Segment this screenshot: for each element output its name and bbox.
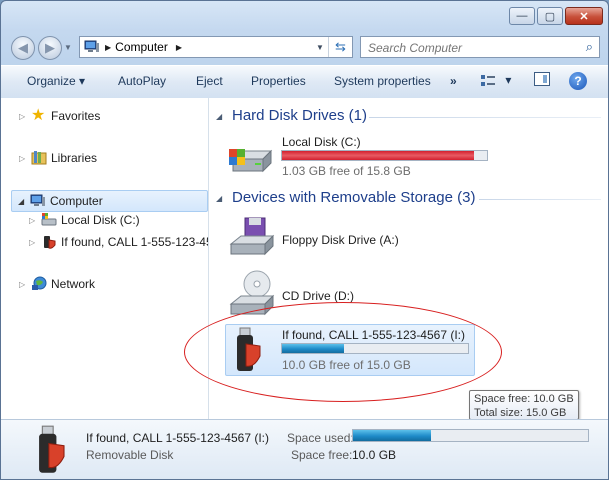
drive-tooltip: Space free: 10.0 GB Total size: 15.0 GB (469, 390, 579, 420)
cd-drive-icon (229, 270, 275, 316)
chevron-down-icon: ▾ (505, 73, 512, 87)
expand-arrow-icon[interactable]: ▷ (19, 154, 31, 163)
nav-item-label: Libraries (51, 151, 98, 165)
address-bar[interactable]: ▶ Computer ▶ (79, 36, 353, 58)
drive-name: CD Drive (D:) (282, 289, 354, 303)
nav-item-libraries[interactable]: ▷ Libraries (19, 150, 97, 166)
autoplay-button[interactable]: AutoPlay (118, 74, 166, 88)
nav-item-label: Favorites (51, 109, 101, 123)
nav-item-computer[interactable]: ◢ Computer (11, 190, 208, 212)
back-button[interactable]: ◀ (11, 36, 35, 60)
details-pane: If found, CALL 1-555-123-4567 (I:) Remov… (1, 419, 608, 479)
organize-button[interactable]: Organize ▾ (27, 74, 85, 88)
nav-item-usb-drive[interactable]: ▷ If found, CALL 1-555-123-4567 (I:) (29, 234, 208, 250)
nav-item-favorites[interactable]: ▷ ★ Favorites (19, 108, 100, 124)
search-box[interactable]: ⌕ (360, 36, 600, 58)
navigation-pane: ▷ ★ Favorites ▷ Libraries ◢ Computer ▷ L… (1, 98, 209, 419)
nav-item-network[interactable]: ▷ Network (19, 276, 95, 292)
expand-arrow-icon[interactable]: ▷ (19, 112, 31, 121)
drive-name: Local Disk (C:) (282, 135, 361, 149)
usb-drive-icon (44, 236, 56, 249)
drive-usage-fill (282, 151, 474, 160)
expand-arrow-icon[interactable]: ▷ (29, 238, 41, 247)
details-drive-type: Removable Disk (86, 448, 174, 462)
drive-name: If found, CALL 1-555-123-4567 (I:) (282, 328, 465, 342)
recent-pages-dropdown[interactable]: ▼ (64, 43, 72, 52)
drive-tile-floppy[interactable]: Floppy Disk Drive (A:) (227, 216, 427, 260)
help-icon[interactable]: ? (569, 72, 587, 90)
group-header-hard-disks[interactable]: Hard Disk Drives (1) (232, 107, 367, 124)
usb-drive-icon (237, 327, 261, 371)
back-arrow-icon: ◀ (18, 40, 28, 55)
forward-button[interactable]: ▶ (38, 36, 62, 60)
details-space-free-value: 10.0 GB (352, 448, 397, 462)
change-view-button[interactable]: ▾ (480, 73, 511, 88)
nav-item-label: Computer (50, 194, 103, 208)
drive-free-space: 10.0 GB free of 15.0 GB (282, 358, 411, 372)
group-collapse-icon[interactable]: ◢ (216, 112, 222, 121)
properties-button[interactable]: Properties (251, 74, 306, 88)
views-icon (481, 74, 495, 86)
drive-tile-cd[interactable]: CD Drive (D:) (227, 270, 427, 320)
drive-usage-bar (281, 150, 488, 161)
nav-item-label: If found, CALL 1-555-123-4567 (I:) (61, 235, 208, 249)
drive-name: Floppy Disk Drive (A:) (282, 233, 399, 247)
nav-item-local-disk[interactable]: ▷ Local Disk (C:) (29, 212, 140, 228)
search-icon[interactable]: ⌕ (586, 39, 593, 55)
expand-arrow-icon[interactable]: ▷ (19, 280, 31, 289)
eject-button[interactable]: Eject (196, 74, 223, 88)
nav-item-label: Network (51, 277, 96, 291)
group-divider (369, 117, 601, 118)
star-icon: ★ (31, 107, 46, 124)
command-bar: Organize ▾ AutoPlay Eject Properties Sys… (1, 65, 608, 99)
expand-arrow-icon[interactable]: ▷ (29, 216, 41, 225)
more-commands-button[interactable]: » (450, 74, 457, 88)
system-properties-button[interactable]: System properties (334, 74, 431, 88)
details-drive-name: If found, CALL 1-555-123-4567 (I:) (86, 431, 269, 445)
group-header-removable[interactable]: Devices with Removable Storage (3) (232, 189, 475, 206)
drive-usage-fill (282, 344, 344, 353)
address-history-dropdown[interactable]: ▼ (313, 37, 327, 57)
breadcrumb-computer[interactable]: Computer (115, 40, 168, 54)
forward-arrow-icon: ▶ (45, 40, 55, 55)
group-divider (479, 199, 601, 200)
collapse-arrow-icon[interactable]: ◢ (18, 197, 30, 206)
close-button[interactable]: ✕ (565, 7, 603, 25)
search-input[interactable] (366, 38, 570, 58)
details-usage-bar (352, 429, 589, 442)
preview-pane-icon[interactable] (534, 72, 550, 86)
breadcrumb-separator-icon: ▶ (105, 42, 112, 52)
nav-item-label: Local Disk (C:) (61, 213, 140, 227)
group-collapse-icon[interactable]: ◢ (216, 194, 222, 203)
minimize-button[interactable]: — (509, 7, 535, 25)
drive-free-space: 1.03 GB free of 15.8 GB (282, 164, 411, 178)
content-pane: ◢ Hard Disk Drives (1) Local Disk (C:) 1… (209, 98, 608, 419)
drive-tile-local-disk[interactable]: Local Disk (C:) 1.03 GB free of 15.8 GB (227, 133, 497, 179)
refresh-icon[interactable]: ⇆ (328, 37, 352, 57)
drive-usage-bar (281, 343, 469, 354)
tooltip-space-free: Space free: 10.0 GB (474, 393, 574, 405)
details-usage-fill (353, 430, 432, 441)
computer-icon (84, 40, 99, 52)
local-disk-icon (229, 149, 273, 173)
floppy-drive-icon (229, 217, 275, 256)
local-disk-icon (41, 213, 57, 226)
maximize-button[interactable]: ▢ (537, 7, 563, 25)
details-space-free-label: Space free: (291, 448, 353, 462)
breadcrumb-separator-icon: ▶ (175, 42, 182, 52)
network-icon (32, 276, 47, 290)
usb-drive-icon (39, 425, 65, 473)
tooltip-total-size: Total size: 15.0 GB (474, 407, 567, 419)
details-space-used-label: Space used: (287, 431, 354, 445)
explorer-window: — ▢ ✕ ◀ ▶ ▼ ▶ Computer ▶ ▼ ⇆ ⌕ Organize … (0, 0, 609, 480)
computer-icon (30, 194, 45, 206)
drive-tile-usb[interactable]: If found, CALL 1-555-123-4567 (I:) 10.0 … (225, 324, 475, 376)
libraries-icon (31, 151, 47, 165)
